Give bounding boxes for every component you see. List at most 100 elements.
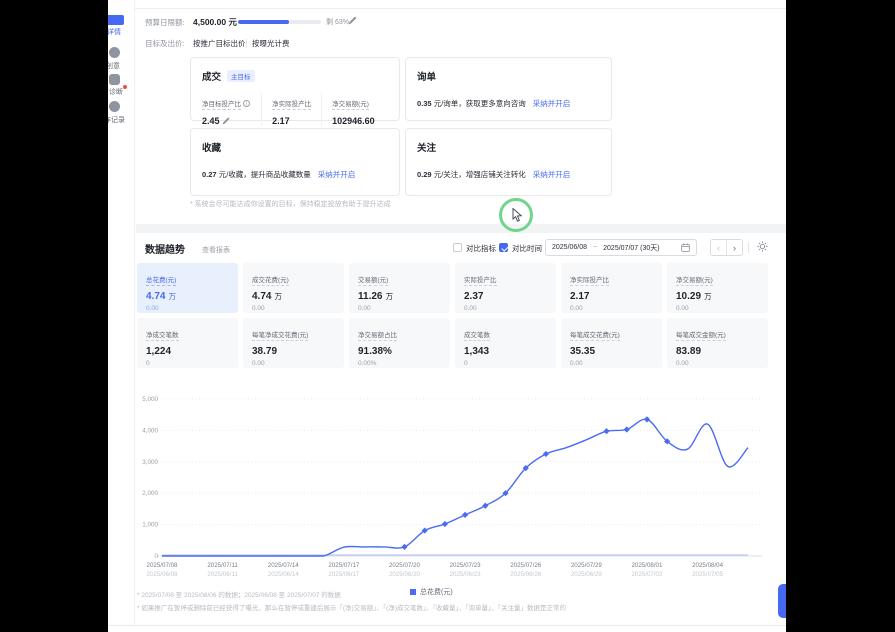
compare-metric-checkbox[interactable] <box>453 243 462 252</box>
creative-icon[interactable] <box>109 47 120 58</box>
trend-metric-label: 净交易额(元) <box>676 274 713 286</box>
legend-swatch <box>410 589 416 595</box>
svg-text:2,000: 2,000 <box>142 490 158 497</box>
trend-metric-card-10[interactable]: 每笔成交花费(元)35.350.00 <box>561 318 662 368</box>
trend-metric-compare-value: 0.00 <box>252 305 335 312</box>
trend-metric-label: 每笔成交金额(元) <box>676 329 726 341</box>
trend-metric-value: 38.79 <box>252 346 335 357</box>
bottom-divider <box>108 625 786 626</box>
next-period-button[interactable]: › <box>726 240 742 255</box>
price-desc: 元/收藏，提升商品收藏数量 <box>219 170 311 179</box>
trend-metric-compare-value: 0.00 <box>358 305 441 312</box>
primary-goal-badge: 主目标 <box>227 70 255 82</box>
goal-card-follow: 关注 0.29 元/关注，增强店铺关注转化采纳并开启 <box>405 128 612 196</box>
trend-metric-compare-value: 0 <box>146 360 229 367</box>
trend-metric-card-8[interactable]: 净交易额占比 91.38% 0.00% <box>349 318 450 368</box>
goal-card-title: 询单 <box>417 69 436 83</box>
trend-metric-value: 91.38% <box>358 346 441 357</box>
price-value: 0.27 <box>202 170 217 179</box>
trend-metric-card-5[interactable]: 净交易额(元) 10.29 万 0.00 <box>667 263 768 313</box>
trend-metric-label: 净成交笔数 <box>146 329 179 341</box>
chart-footnote-1: * 2025/07/08 至 2025/08/06 的数据；2025/06/08… <box>137 589 341 599</box>
svg-text:2025/06/14: 2025/06/14 <box>268 571 300 578</box>
svg-text:2025/06/29: 2025/06/29 <box>571 571 603 578</box>
edit-budget-icon[interactable] <box>348 16 357 25</box>
trend-metric-value: 4.74 万 <box>146 291 229 302</box>
trend-metric-card-7[interactable]: 每笔净成交花费(元)38.790.00 <box>243 318 344 368</box>
view-report-link[interactable]: 查看报表 <box>202 245 230 255</box>
svg-text:5,000: 5,000 <box>142 396 158 403</box>
info-icon[interactable]: i <box>243 100 250 107</box>
bidding-divider <box>246 39 247 48</box>
trend-metric-card-6[interactable]: 净成交笔数 1,224 0 <box>137 318 238 368</box>
price-desc: 元/询单，获取更多意向咨询 <box>434 99 526 108</box>
price-desc: 元/关注，增强店铺关注转化 <box>434 170 526 179</box>
date-start: 2025/06/08 <box>552 244 587 251</box>
sidebar-item-creative[interactable]: 创意 <box>106 61 120 71</box>
trend-metric-compare-value: 0.00 <box>570 305 653 312</box>
svg-text:2025/06/20: 2025/06/20 <box>389 571 421 578</box>
trend-metric-card-9[interactable]: 成交笔数1,3430 <box>455 318 556 368</box>
adopt-enable-link[interactable]: 采纳并开启 <box>533 99 571 108</box>
svg-text:2025/07/05: 2025/07/05 <box>692 571 724 578</box>
trend-metric-compare-value: 0.00% <box>358 360 441 367</box>
svg-text:2025/07/14: 2025/07/14 <box>268 562 300 569</box>
trend-metric-value: 35.35 <box>570 346 653 357</box>
bidding-option-goal[interactable]: 按推广目标出价 <box>193 38 246 49</box>
trend-metric-compare-value: 0 <box>464 360 547 367</box>
budget-progress-bar <box>238 20 321 24</box>
trend-metric-label: 成交笔数 <box>464 329 490 341</box>
trend-metric-compare-value: 0.00 <box>252 360 335 367</box>
price-value: 0.29 <box>417 170 432 179</box>
history-icon[interactable] <box>109 101 120 112</box>
diagnosis-icon[interactable] <box>109 74 120 85</box>
date-range-input[interactable]: 2025/06/08 ~ 2025/07/07 (30天) <box>545 239 697 256</box>
compare-time-checkbox[interactable] <box>499 243 508 252</box>
trend-metric-card-4[interactable]: 净实际投产比2.170.00 <box>561 263 662 313</box>
goal-card-inquiry: 询单 0.35 元/询单，获取更多意向咨询采纳并开启 <box>405 57 612 121</box>
trend-metric-card-1[interactable]: 成交花费(元)4.74 万0.00 <box>243 263 344 313</box>
compare-time-label[interactable]: 对比时间 <box>512 243 542 254</box>
trend-metric-value: 10.29 万 <box>676 291 759 302</box>
trend-metric-value: 2.17 <box>570 291 653 302</box>
trend-metric-grid: 总花费(元)4.74 万0.00成交花费(元)4.74 万0.00交易额(元)1… <box>137 263 768 368</box>
bidding-option-exposure[interactable]: 按曝光计费 <box>252 38 290 49</box>
compare-metric-label[interactable]: 对比指标 <box>466 243 496 254</box>
budget-remaining: 剩 63% <box>326 17 349 27</box>
price-value: 0.35 <box>417 99 432 108</box>
svg-text:2025/07/11: 2025/07/11 <box>207 562 238 569</box>
adopt-enable-link[interactable]: 采纳并开启 <box>533 170 571 179</box>
toolbar-divider <box>748 242 749 253</box>
svg-text:2025/07/02: 2025/07/02 <box>631 571 663 578</box>
trend-metric-card-11[interactable]: 每笔成交金额(元)83.890.00 <box>667 318 768 368</box>
svg-text:2025/06/11: 2025/06/11 <box>207 571 238 578</box>
top-divider <box>135 8 786 9</box>
letterbox-left <box>0 0 108 632</box>
trend-metric-card-3[interactable]: 实际投产比2.370.00 <box>455 263 556 313</box>
prev-period-button[interactable]: ‹ <box>711 240 726 255</box>
trend-metric-card-2[interactable]: 交易额(元)11.26 万0.00 <box>349 263 450 313</box>
trend-metric-compare-value: 0.00 <box>676 305 759 312</box>
goal-card-favorite: 收藏 0.27 元/收藏，提升商品收藏数量采纳并开启 <box>190 128 400 196</box>
rail-divider <box>134 0 135 625</box>
svg-text:2025/07/23: 2025/07/23 <box>450 562 482 569</box>
trend-metric-value: 4.74 万 <box>252 291 335 302</box>
legend-label: 总花费(元) <box>420 587 453 597</box>
svg-text:2025/06/08: 2025/06/08 <box>147 571 179 578</box>
chart-legend-item[interactable]: 总花费(元) <box>410 587 453 597</box>
svg-text:2025/07/20: 2025/07/20 <box>389 562 421 569</box>
adopt-enable-link[interactable]: 采纳并开启 <box>318 170 356 179</box>
edit-roi-icon[interactable] <box>222 117 230 125</box>
trend-metric-value: 1,224 <box>146 346 229 357</box>
settings-gear-icon[interactable] <box>757 241 768 252</box>
mouse-cursor <box>512 208 523 222</box>
trend-metric-compare-value: 0.00 <box>146 305 229 312</box>
goal-note: * 系统会尽可能达成你设置的目标，保持稳定投放有助于提升达成 <box>190 199 391 209</box>
trend-title: 数据趋势 <box>145 241 185 256</box>
trend-metric-label: 净交易额占比 <box>358 329 397 341</box>
metric-value: 2.45 <box>202 116 220 126</box>
trend-metric-value: 11.26 万 <box>358 291 441 302</box>
metric-label: 净目标投产比 <box>202 98 241 110</box>
svg-text:2025/07/26: 2025/07/26 <box>510 562 542 569</box>
trend-metric-card-0[interactable]: 总花费(元)4.74 万0.00 <box>137 263 238 313</box>
